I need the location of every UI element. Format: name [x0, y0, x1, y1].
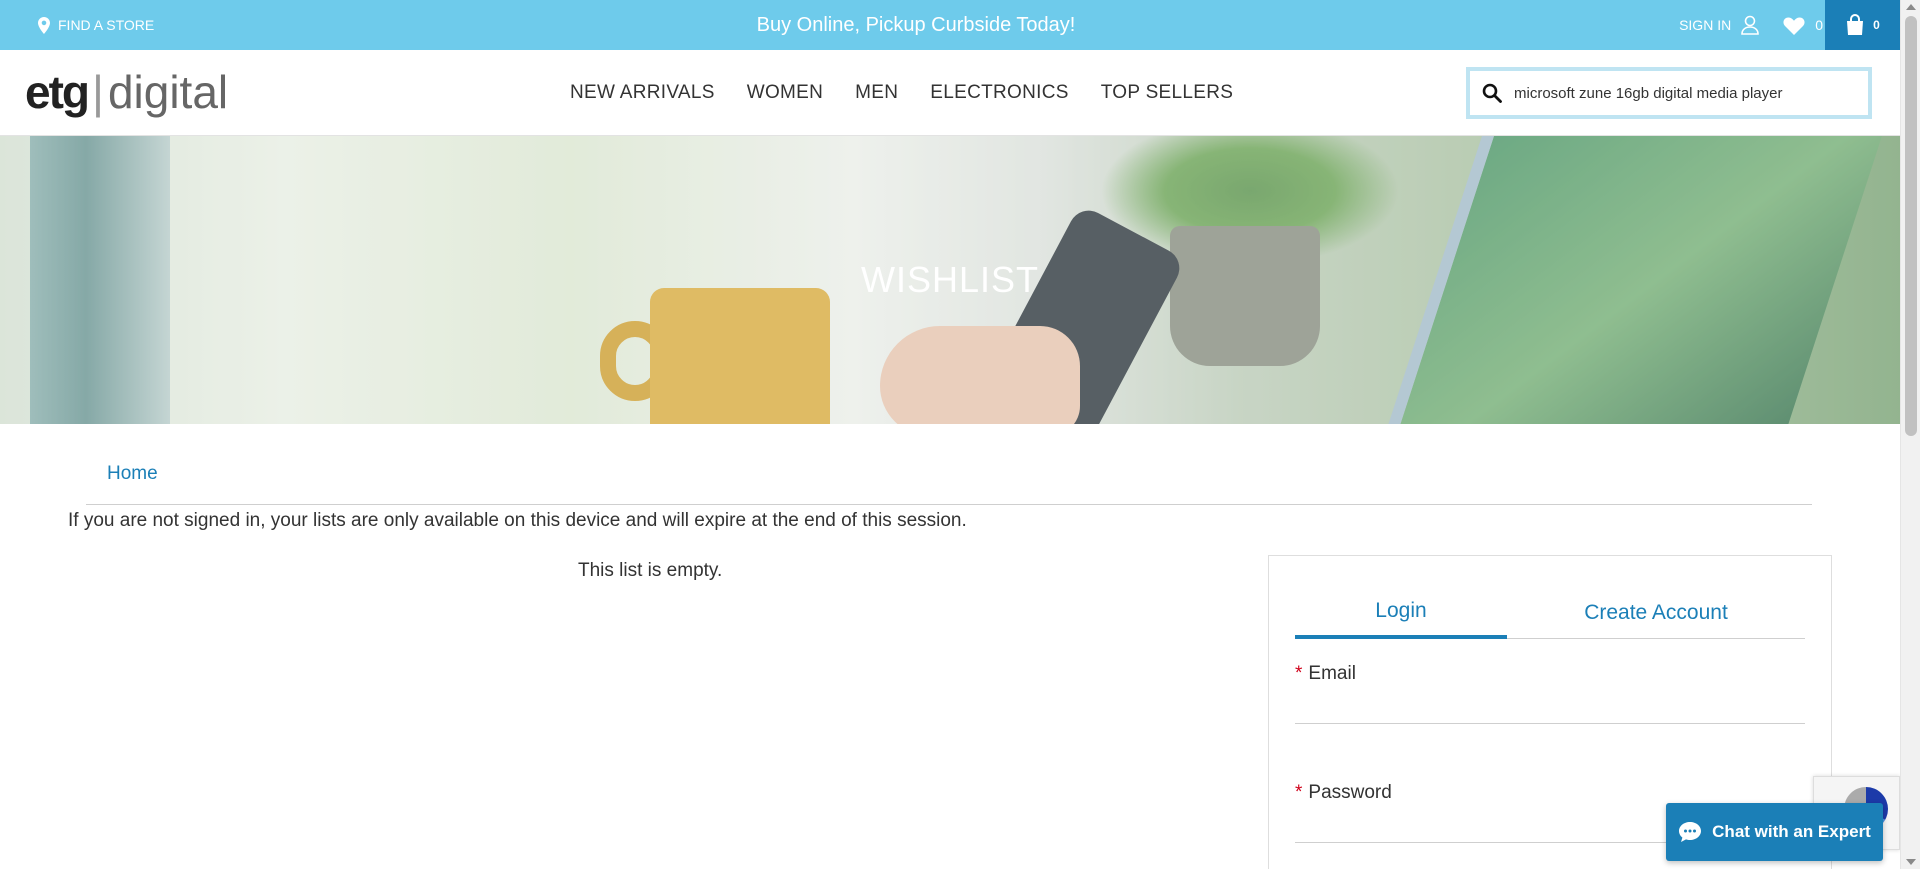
find-a-store-label: FIND A STORE: [58, 17, 155, 33]
chat-with-expert-button[interactable]: Chat with an Expert: [1666, 803, 1883, 861]
scroll-thumb[interactable]: [1905, 16, 1917, 436]
page-scrollbar[interactable]: [1900, 0, 1920, 869]
nav-men[interactable]: MEN: [855, 82, 898, 104]
scroll-up-arrow-icon[interactable]: [1906, 4, 1916, 10]
account-tabs: Login Create Account: [1295, 586, 1805, 639]
heart-icon: [1783, 17, 1805, 35]
hero-banner: WISHLIST: [0, 136, 1900, 424]
scroll-down-arrow-icon[interactable]: [1906, 859, 1916, 865]
nav-electronics[interactable]: ELECTRONICS: [930, 82, 1068, 104]
search-input[interactable]: [1514, 84, 1854, 102]
etg-digital-logo[interactable]: etg | digital: [25, 64, 228, 120]
logo-digital: digital: [107, 66, 229, 118]
logo-separator: |: [92, 66, 104, 118]
page-title: WISHLIST: [860, 259, 1039, 300]
promo-message: Buy Online, Pickup Curbside Today!: [756, 13, 1076, 36]
cart-button[interactable]: 0: [1825, 0, 1900, 50]
nav-top-sellers[interactable]: TOP SELLERS: [1101, 82, 1234, 104]
search-icon[interactable]: [1482, 83, 1502, 103]
find-a-store-link[interactable]: FIND A STORE: [38, 0, 154, 50]
chat-label: Chat with an Expert: [1712, 822, 1871, 841]
password-label-text: Password: [1308, 782, 1392, 803]
email-underline: [1295, 723, 1805, 724]
breadcrumb-divider: [86, 504, 1812, 505]
email-label: * Email: [1295, 663, 1805, 685]
site-header: etg | digital NEW ARRIVALS WOMEN MEN ELE…: [0, 50, 1900, 136]
nav-women[interactable]: WOMEN: [747, 82, 823, 104]
promo-top-bar: FIND A STORE Buy Online, Pickup Curbside…: [0, 0, 1900, 50]
required-marker: *: [1295, 663, 1303, 684]
nav-new-arrivals[interactable]: NEW ARRIVALS: [570, 82, 715, 104]
empty-list-message: This list is empty.: [578, 560, 723, 581]
main-nav: NEW ARRIVALS WOMEN MEN ELECTRONICS TOP S…: [570, 50, 1233, 136]
sign-in-link[interactable]: SIGN IN: [1679, 15, 1760, 35]
required-marker: *: [1295, 782, 1303, 803]
email-field[interactable]: [1295, 693, 1805, 719]
tab-create-account[interactable]: Create Account: [1507, 586, 1805, 639]
session-notice: If you are not signed in, your lists are…: [68, 510, 967, 531]
wishlist-count: 0: [1815, 17, 1823, 33]
sign-in-label: SIGN IN: [1679, 17, 1732, 33]
password-label: * Password: [1295, 782, 1805, 804]
cart-count: 0: [1873, 18, 1880, 32]
logo-etg: etg: [25, 66, 90, 118]
shopping-bag-icon: [1847, 14, 1864, 35]
tab-login[interactable]: Login: [1295, 586, 1507, 639]
email-label-text: Email: [1308, 663, 1356, 684]
chat-bubble-icon: [1679, 822, 1702, 842]
search-box[interactable]: [1466, 67, 1872, 119]
email-field-group: * Email: [1295, 663, 1805, 724]
location-pin-icon: [38, 16, 50, 34]
wishlist-link[interactable]: 0: [1783, 16, 1823, 35]
breadcrumb-home[interactable]: Home: [107, 463, 158, 485]
user-icon: [1741, 15, 1760, 35]
